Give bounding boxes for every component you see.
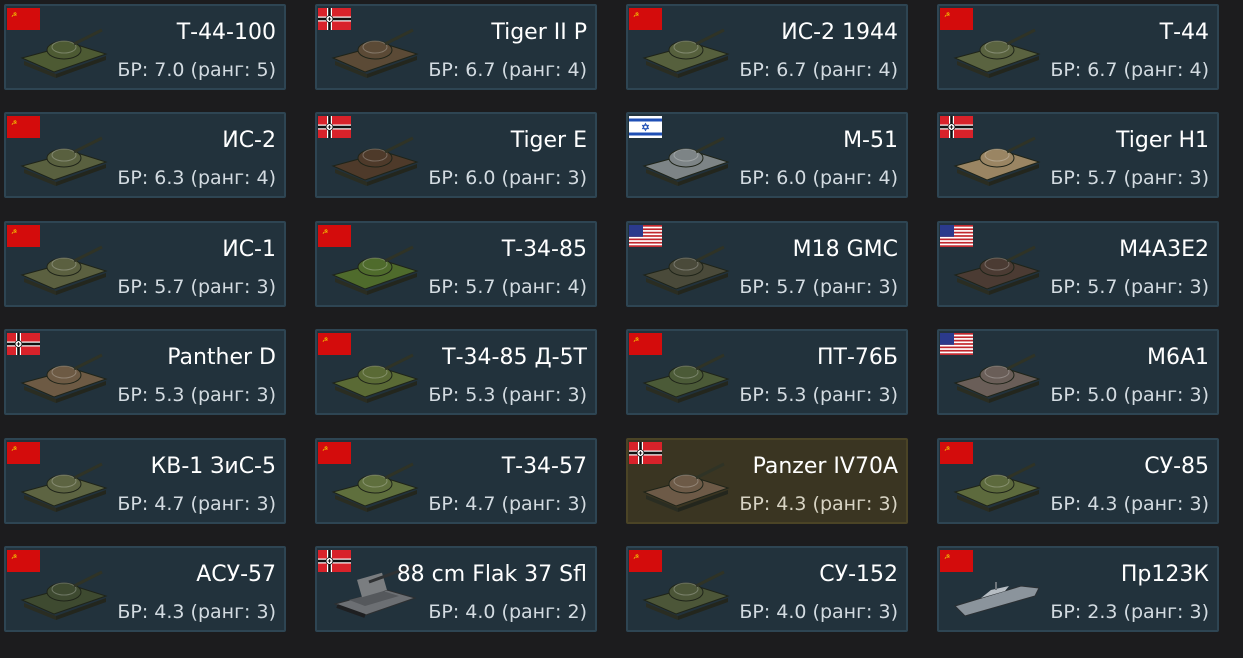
vehicle-name: Panzer IV70A (752, 454, 898, 479)
svg-text:☭: ☭ (11, 228, 17, 236)
svg-text:☭: ☭ (322, 445, 328, 453)
vehicle-name: Т-44-100 (176, 20, 276, 45)
vehicle-name: 88 cm Flak 37 Sfl (396, 562, 587, 587)
vehicle-name: ИС-2 1944 (781, 20, 898, 45)
vehicle-card[interactable]: M6A1 БР: 5.0 (ранг: 3) (937, 329, 1219, 415)
vehicle-card[interactable]: M-51 БР: 6.0 (ранг: 4) (626, 112, 908, 198)
vehicle-name: СУ-152 (819, 562, 898, 587)
vehicle-name: Tiger II P (491, 20, 587, 45)
vehicle-card[interactable]: ☭ СУ-152 БР: 4.0 (ранг: 3) (626, 546, 908, 632)
vehicle-name: Т-44 (1159, 20, 1209, 45)
battle-rating: БР: 2.3 (ранг: 3) (1050, 601, 1209, 623)
vehicle-card[interactable]: M18 GMC БР: 5.7 (ранг: 3) (626, 221, 908, 307)
battle-rating: БР: 5.3 (ранг: 3) (739, 384, 898, 406)
svg-text:☭: ☭ (11, 119, 17, 127)
battle-rating: БР: 5.7 (ранг: 3) (739, 276, 898, 298)
battle-rating: БР: 6.7 (ранг: 4) (1050, 59, 1209, 81)
vehicle-card[interactable]: ☭ АСУ-57 БР: 4.3 (ранг: 3) (4, 546, 286, 632)
battle-rating: БР: 5.3 (ранг: 3) (428, 384, 587, 406)
vehicle-name: АСУ-57 (196, 562, 276, 587)
svg-text:☭: ☭ (633, 553, 639, 561)
svg-text:☭: ☭ (11, 11, 17, 19)
vehicle-card[interactable]: Tiger H1 БР: 5.7 (ранг: 3) (937, 112, 1219, 198)
vehicle-name: Пр123К (1120, 562, 1209, 587)
vehicle-card[interactable]: ☭ Т-34-57 БР: 4.7 (ранг: 3) (315, 438, 597, 524)
svg-text:☭: ☭ (322, 336, 328, 344)
vehicle-name: Panther D (167, 345, 276, 370)
battle-rating: БР: 5.0 (ранг: 3) (1050, 384, 1209, 406)
vehicle-name: M4A3E2 (1119, 237, 1209, 262)
vehicle-name: ИС-1 (222, 237, 276, 262)
vehicle-name: M-51 (843, 128, 898, 153)
vehicle-card[interactable]: ☭ ИС-1 БР: 5.7 (ранг: 3) (4, 221, 286, 307)
vehicle-card[interactable]: ☭ Пр123К БР: 2.3 (ранг: 3) (937, 546, 1219, 632)
vehicle-card[interactable]: ☭ КВ-1 ЗиС-5 БР: 4.7 (ранг: 3) (4, 438, 286, 524)
battle-rating: БР: 6.7 (ранг: 4) (739, 59, 898, 81)
vehicle-name: M18 GMC (792, 237, 898, 262)
vehicle-card[interactable]: Panther D БР: 5.3 (ранг: 3) (4, 329, 286, 415)
vehicle-name: СУ-85 (1144, 454, 1209, 479)
vehicle-card[interactable]: Panzer IV70A БР: 4.3 (ранг: 3) (626, 438, 908, 524)
vehicle-card[interactable]: Tiger II P БР: 6.7 (ранг: 4) (315, 4, 597, 90)
vehicle-grid: ☭ Т-44-100 БР: 7.0 (ранг: 5) Tiger II P БР: … (0, 0, 1243, 658)
vehicle-name: ИС-2 (222, 128, 276, 153)
vehicle-card[interactable]: M4A3E2 БР: 5.7 (ранг: 3) (937, 221, 1219, 307)
battle-rating: БР: 5.7 (ранг: 3) (1050, 276, 1209, 298)
svg-text:☭: ☭ (11, 445, 17, 453)
vehicle-card[interactable]: Tiger E БР: 6.0 (ранг: 3) (315, 112, 597, 198)
battle-rating: БР: 4.3 (ранг: 3) (739, 493, 898, 515)
battle-rating: БР: 4.0 (ранг: 2) (428, 601, 587, 623)
vehicle-name: Т-34-85 Д-5Т (442, 345, 587, 370)
svg-text:☭: ☭ (944, 445, 950, 453)
vehicle-name: Т-34-85 (501, 237, 587, 262)
vehicle-card[interactable]: ☭ Т-44 БР: 6.7 (ранг: 4) (937, 4, 1219, 90)
vehicle-name: ПТ-76Б (816, 345, 898, 370)
vehicle-name: Tiger E (510, 128, 587, 153)
vehicle-card[interactable]: ☭ Т-34-85 БР: 5.7 (ранг: 4) (315, 221, 597, 307)
battle-rating: БР: 4.7 (ранг: 3) (117, 493, 276, 515)
svg-text:☭: ☭ (944, 11, 950, 19)
vehicle-card[interactable]: ☭ ИС-2 БР: 6.3 (ранг: 4) (4, 112, 286, 198)
svg-text:☭: ☭ (944, 553, 950, 561)
battle-rating: БР: 4.3 (ранг: 3) (117, 601, 276, 623)
battle-rating: БР: 4.7 (ранг: 3) (428, 493, 587, 515)
battle-rating: БР: 5.7 (ранг: 3) (117, 276, 276, 298)
battle-rating: БР: 5.3 (ранг: 3) (117, 384, 276, 406)
vehicle-name: Tiger H1 (1116, 128, 1209, 153)
vehicle-card[interactable]: 88 cm Flak 37 Sfl БР: 4.0 (ранг: 2) (315, 546, 597, 632)
battle-rating: БР: 6.0 (ранг: 4) (739, 167, 898, 189)
battle-rating: БР: 5.7 (ранг: 4) (428, 276, 587, 298)
vehicle-name: Т-34-57 (501, 454, 587, 479)
battle-rating: БР: 4.0 (ранг: 3) (739, 601, 898, 623)
battle-rating: БР: 6.7 (ранг: 4) (428, 59, 587, 81)
battle-rating: БР: 6.3 (ранг: 4) (117, 167, 276, 189)
vehicle-card[interactable]: ☭ СУ-85 БР: 4.3 (ранг: 3) (937, 438, 1219, 524)
vehicle-card[interactable]: ☭ ИС-2 1944 БР: 6.7 (ранг: 4) (626, 4, 908, 90)
vehicle-name: КВ-1 ЗиС-5 (150, 454, 276, 479)
svg-text:☭: ☭ (11, 553, 17, 561)
battle-rating: БР: 7.0 (ранг: 5) (117, 59, 276, 81)
vehicle-card[interactable]: ☭ Т-34-85 Д-5Т БР: 5.3 (ранг: 3) (315, 329, 597, 415)
battle-rating: БР: 6.0 (ранг: 3) (428, 167, 587, 189)
svg-text:☭: ☭ (633, 336, 639, 344)
vehicle-name: M6A1 (1146, 345, 1209, 370)
vehicle-card[interactable]: ☭ ПТ-76Б БР: 5.3 (ранг: 3) (626, 329, 908, 415)
svg-text:☭: ☭ (322, 228, 328, 236)
vehicle-card[interactable]: ☭ Т-44-100 БР: 7.0 (ранг: 5) (4, 4, 286, 90)
battle-rating: БР: 4.3 (ранг: 3) (1050, 493, 1209, 515)
battle-rating: БР: 5.7 (ранг: 3) (1050, 167, 1209, 189)
svg-text:☭: ☭ (633, 11, 639, 19)
